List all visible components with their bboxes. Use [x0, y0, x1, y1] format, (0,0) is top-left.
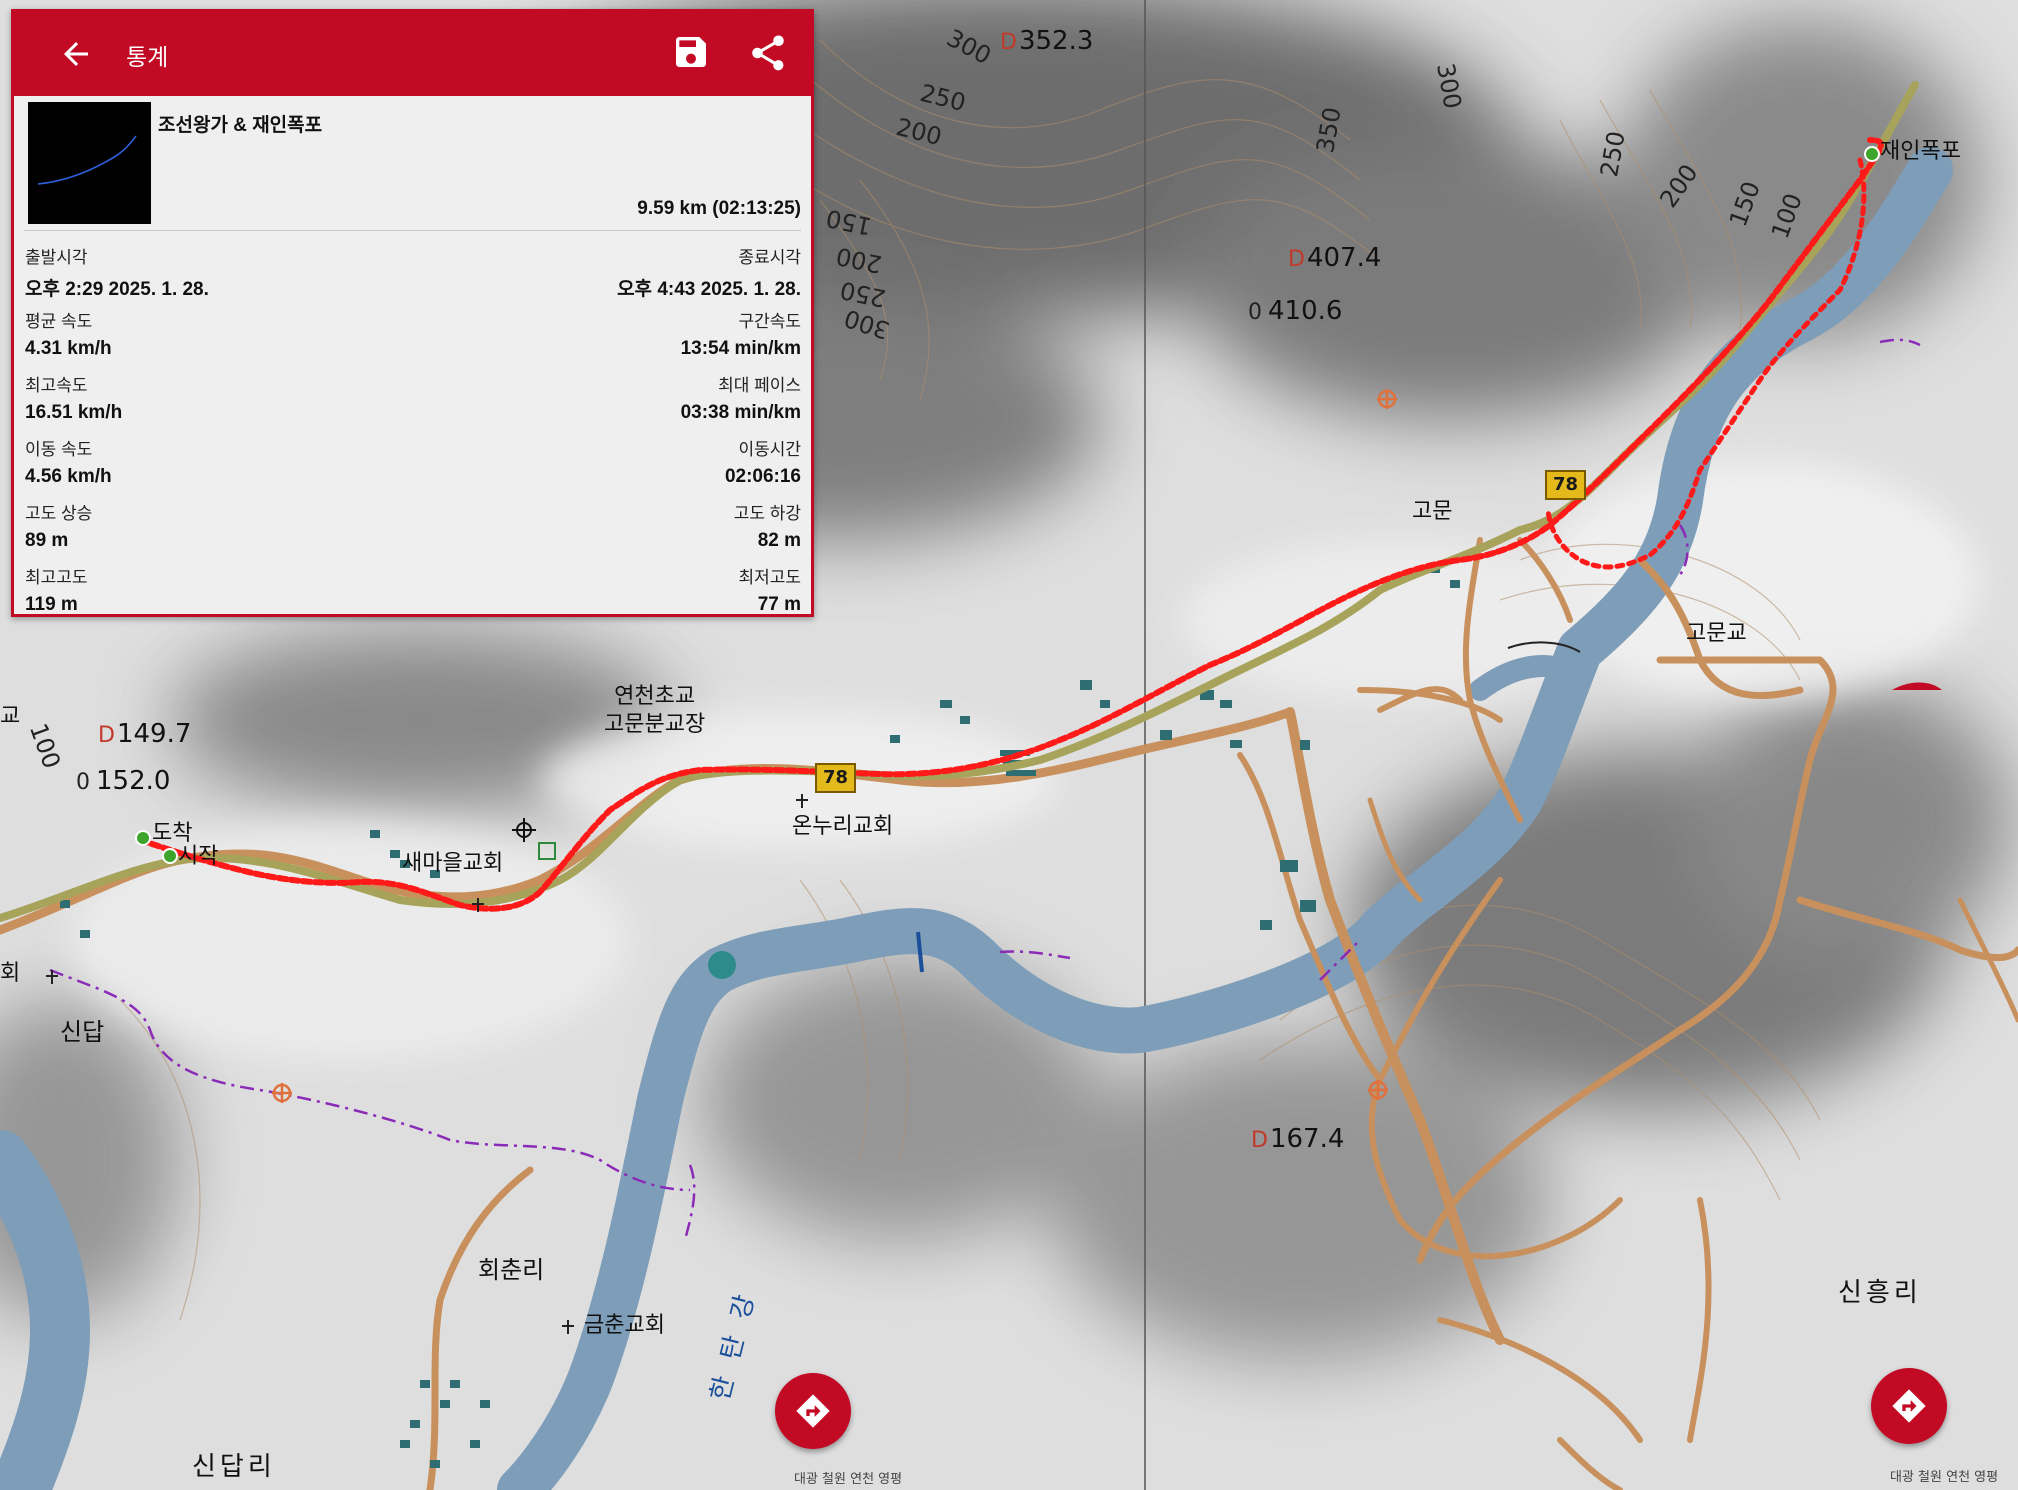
directions-icon — [1892, 1389, 1926, 1423]
map-attribution: 대광 철원 연천 영평 — [1890, 1470, 1999, 1485]
directions-icon — [796, 1394, 830, 1428]
place-label: 고문 — [1412, 499, 1453, 524]
stat-min-elevation: 최저고도 77 m — [738, 568, 801, 615]
stat-moving-speed: 이동 속도 4.56 km/h — [25, 440, 112, 487]
stat-moving-time: 이동시간 02:06:16 — [724, 440, 801, 487]
stat-pace: 구간속도 13:54 min/km — [680, 312, 801, 359]
stat-start-time: 출발시각 오후 2:29 2025. 1. 28. — [25, 248, 209, 300]
statistics-panel: 통계 조선왕가 & 재인폭포 9.59 km (02:13:25) 출발시각 오후… — [11, 9, 814, 617]
stat-average-speed: 평균 속도 4.31 km/h — [25, 312, 112, 359]
directions-button[interactable] — [1871, 1368, 1947, 1444]
place-label: 신답리 — [192, 1452, 276, 1482]
place-label: 교 — [0, 704, 21, 729]
directions-button[interactable] — [775, 1373, 851, 1449]
track-distance: 9.59 km (02:13:25) — [637, 198, 801, 219]
start-marker — [162, 848, 178, 864]
poi-marker — [1864, 146, 1880, 162]
stat-elevation-gain: 고도 상승 89 m — [25, 504, 93, 551]
peak-label: 0 410.6 — [1248, 296, 1343, 326]
road-number-badge: 78 — [815, 763, 857, 793]
panel-toolbar: 통계 — [14, 12, 811, 96]
stat-max-pace: 최대 페이스 03:38 min/km — [680, 376, 801, 423]
place-label: 금춘교회 — [584, 1313, 665, 1338]
place-label: 재인폭포 — [1880, 139, 1961, 164]
place-label: 온누리교회 — [792, 814, 894, 839]
place-label: 새마을교회 — [402, 851, 504, 876]
peak-label: D167.4 — [1251, 1124, 1345, 1154]
place-label: 회 — [0, 961, 21, 986]
stat-elevation-loss: 고도 하강 82 m — [733, 504, 801, 551]
place-label: 시작 — [178, 844, 219, 869]
stat-max-speed: 최고속도 16.51 km/h — [25, 376, 123, 423]
place-label: 고문교 — [1686, 621, 1747, 646]
track-name: 조선왕가 & 재인폭포 — [158, 115, 323, 136]
place-label: 신답 — [60, 1018, 105, 1046]
place-label: 회춘리 — [478, 1256, 545, 1284]
track-thumbnail — [28, 102, 151, 224]
arrow-back-icon[interactable] — [58, 36, 94, 72]
road-number-badge: 78 — [1545, 470, 1587, 500]
divider — [24, 230, 801, 231]
save-icon[interactable] — [671, 32, 711, 72]
peak-label: D352.3 — [1000, 26, 1094, 56]
arrival-marker — [135, 830, 151, 846]
peak-label: D149.7 — [98, 719, 192, 749]
map-attribution: 대광 철원 연천 영평 — [794, 1472, 903, 1487]
share-icon[interactable] — [747, 32, 789, 74]
place-label: 연천초교 고문분교장 — [604, 684, 706, 737]
page-title: 통계 — [126, 44, 169, 70]
pond — [708, 951, 736, 979]
peak-label: D407.4 — [1288, 243, 1382, 273]
peak-label: 0 152.0 — [76, 766, 171, 796]
place-label: 신흥리 — [1838, 1278, 1922, 1308]
stat-end-time: 종료시각 오후 4:43 2025. 1. 28. — [617, 248, 801, 300]
stat-max-elevation: 최고고도 119 m — [25, 568, 88, 615]
